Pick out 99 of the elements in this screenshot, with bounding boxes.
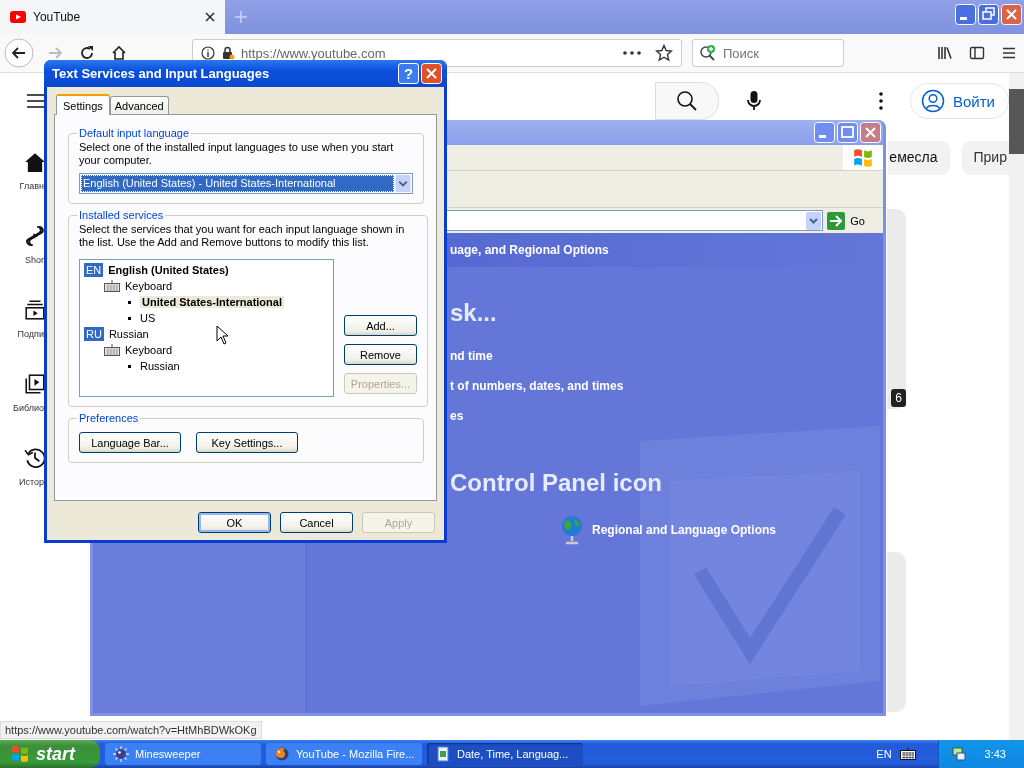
help-button[interactable]: ? xyxy=(398,63,419,84)
description-text: Select the services that you want for each input language shown in the list. Use the Add and Remove buttons to modify this list. xyxy=(79,223,406,249)
category-chip[interactable]: емесла xyxy=(888,141,950,175)
close-button[interactable] xyxy=(421,63,442,84)
document-icon xyxy=(435,746,451,762)
network-icon[interactable] xyxy=(950,746,967,762)
group-title: Installed services xyxy=(78,209,165,221)
task-link[interactable]: nd time xyxy=(450,349,493,363)
tree-item[interactable]: Keyboard xyxy=(125,344,173,356)
cursor-icon xyxy=(216,325,228,345)
tree-item[interactable]: US xyxy=(140,312,156,324)
scrollbar[interactable] xyxy=(1009,73,1024,740)
menu-icon[interactable] xyxy=(1001,45,1017,61)
window-title: Text Services and Input Languages xyxy=(52,66,270,81)
taskbar-button[interactable]: Date, Time, Languag... xyxy=(427,743,583,765)
browser-tab[interactable]: YouTube xyxy=(0,0,225,34)
back-icon[interactable] xyxy=(4,38,34,68)
category-chip[interactable]: Прир xyxy=(961,141,1009,175)
globe-icon xyxy=(560,515,584,545)
keyboard-icon xyxy=(104,344,120,356)
reload-icon[interactable] xyxy=(79,45,95,61)
close-button[interactable] xyxy=(860,122,881,143)
thumbnail-placeholder[interactable]: 6 xyxy=(887,209,906,409)
dialog-button[interactable]: Cancel xyxy=(280,512,353,533)
more-icon[interactable] xyxy=(623,51,641,55)
page-title: uage, and Regional Options xyxy=(450,243,609,257)
tree-item[interactable]: Keyboard xyxy=(125,280,173,292)
tree-item[interactable]: United States-International xyxy=(140,296,284,308)
sidebar-label[interactable]: Главн xyxy=(19,181,44,191)
history-icon[interactable] xyxy=(24,447,46,469)
subscriptions-icon[interactable] xyxy=(24,299,46,321)
home-icon[interactable] xyxy=(24,151,46,173)
play-logo-icon xyxy=(10,9,26,25)
windows-flag-icon xyxy=(10,744,30,764)
search-icon xyxy=(676,90,698,112)
group-title: Preferences xyxy=(78,412,140,424)
dialog-button[interactable]: Key Settings... xyxy=(196,432,298,453)
dialog-button[interactable]: Remove xyxy=(344,344,417,365)
url-text: https://www.youtube.com xyxy=(241,45,386,61)
more-icon[interactable] xyxy=(879,92,883,110)
dialog-button[interactable]: Language Bar... xyxy=(79,432,181,453)
library-icon[interactable] xyxy=(24,373,46,395)
duration-badge: 6 xyxy=(891,389,906,407)
language-indicator[interactable]: EN xyxy=(876,748,892,760)
taskbar-button[interactable]: YouTube - Mozilla Fire... xyxy=(266,743,422,765)
tree-item[interactable]: English (United States) xyxy=(108,264,229,276)
go-button[interactable]: Go xyxy=(823,211,883,230)
mine-icon xyxy=(113,746,129,762)
maximize-button[interactable] xyxy=(837,122,858,143)
thumbnail-placeholder[interactable] xyxy=(887,552,906,712)
star-icon[interactable] xyxy=(655,44,673,62)
dialog-button[interactable]: OK xyxy=(198,512,271,533)
arrow-icon xyxy=(827,211,846,230)
task-link[interactable]: es xyxy=(450,409,464,423)
clock: 3:43 xyxy=(984,748,1006,760)
sidebar-label[interactable]: Подпи xyxy=(17,329,44,339)
home-icon[interactable] xyxy=(111,45,127,61)
search-field[interactable]: Поиск xyxy=(692,39,844,67)
info-icon xyxy=(201,46,215,60)
keyboard-icon xyxy=(104,280,120,292)
sign-in-button[interactable]: Войти xyxy=(910,83,1009,119)
language-code-badge: RU xyxy=(84,327,104,341)
taskbar-button[interactable]: Minesweeper xyxy=(105,743,261,765)
close-button[interactable] xyxy=(1001,4,1022,25)
language-code-badge: EN xyxy=(84,263,104,277)
icon-heading: Control Panel icon xyxy=(450,469,662,497)
minimize-button[interactable] xyxy=(814,122,835,143)
search-button[interactable] xyxy=(655,82,719,120)
user-icon xyxy=(921,89,945,113)
tab[interactable]: Advanced xyxy=(109,96,169,114)
description-text: Select one of the installed input languages to use when you start your computer. xyxy=(79,141,395,167)
lock-icon xyxy=(221,46,235,60)
status-url: https://www.youtube.com/watch?v=HtMhBDWkOKg xyxy=(0,721,262,739)
fox-icon xyxy=(274,746,290,762)
library-icon[interactable] xyxy=(937,45,953,61)
control-panel-item[interactable]: Regional and Language Options xyxy=(560,515,776,545)
close-icon[interactable] xyxy=(205,12,215,22)
tab[interactable]: Settings xyxy=(56,94,110,115)
keyboard-icon[interactable] xyxy=(899,748,916,760)
dialog-button[interactable]: Add... xyxy=(344,315,417,336)
sidebar-label[interactable]: Библио xyxy=(13,403,44,413)
start-button[interactable]: start xyxy=(0,740,100,768)
task-heading: sk... xyxy=(450,299,497,327)
forward-icon[interactable] xyxy=(47,45,63,61)
restore-button[interactable] xyxy=(978,4,999,25)
tab-title: YouTube xyxy=(33,10,82,24)
menu-icon[interactable] xyxy=(27,94,45,108)
tree-item[interactable]: Russian xyxy=(108,328,149,340)
sidebar-label[interactable]: Истор xyxy=(19,477,44,487)
shorts-icon[interactable] xyxy=(24,225,46,247)
tree-item[interactable]: Russian xyxy=(140,360,180,372)
sidebar-icon[interactable] xyxy=(969,45,985,61)
windows-flag-icon xyxy=(852,146,874,169)
task-link[interactable]: t of numbers, dates, and times xyxy=(450,379,624,393)
group-title: Default input language xyxy=(78,127,191,139)
microphone-icon[interactable] xyxy=(747,91,761,111)
sidebar-label[interactable]: Shor xyxy=(25,255,44,265)
language-dropdown[interactable]: English (United States) - United States-International xyxy=(79,173,413,194)
minimize-button[interactable] xyxy=(955,4,976,25)
